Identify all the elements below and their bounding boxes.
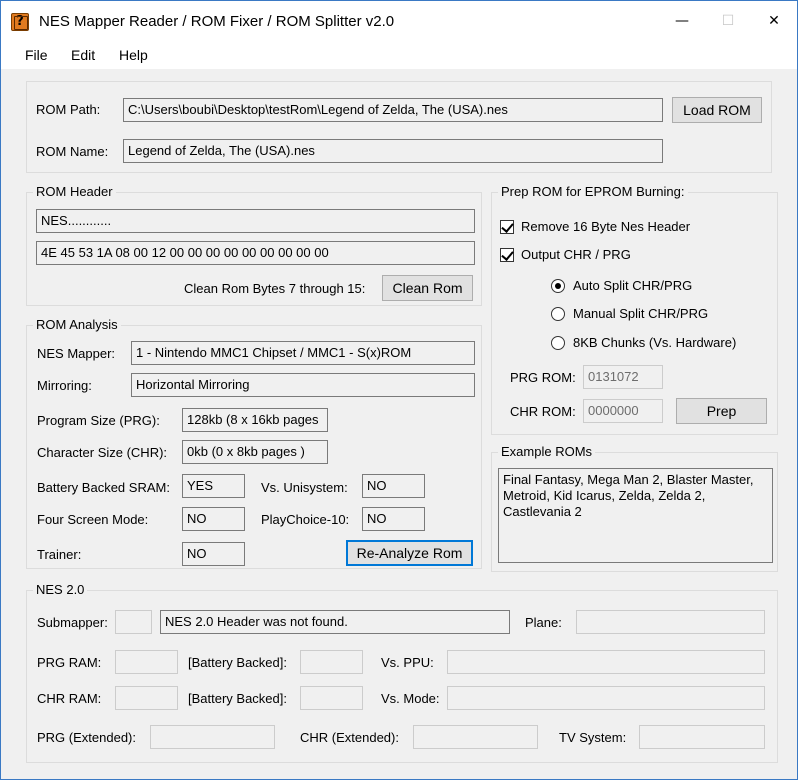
tv-system-field[interactable] <box>639 725 765 749</box>
vs-mode-label: Vs. Mode: <box>381 691 440 706</box>
chr-ram-field[interactable] <box>115 686 178 710</box>
nes20-status-field[interactable]: NES 2.0 Header was not found. <box>160 610 510 634</box>
menu-file[interactable]: File <box>25 47 48 63</box>
rom-file-group: ROM Path: C:\Users\boubi\Desktop\testRom… <box>26 81 772 173</box>
output-chr-prg-checkbox[interactable] <box>500 248 514 262</box>
chunks-label[interactable]: 8KB Chunks (Vs. Hardware) <box>573 335 736 350</box>
header-bytes-field[interactable]: 4E 45 53 1A 08 00 12 00 00 00 00 00 00 0… <box>36 241 475 265</box>
chr-size-field[interactable]: 0kb (0 x 8kb pages ) <box>182 440 328 464</box>
rom-name-field[interactable]: Legend of Zelda, The (USA).nes <box>123 139 663 163</box>
playchoice-field[interactable]: NO <box>362 507 425 531</box>
prg-battery-label: [Battery Backed]: <box>188 655 287 670</box>
submapper-label: Submapper: <box>37 615 108 630</box>
plane-label: Plane: <box>525 615 562 630</box>
app-window: ? NES Mapper Reader / ROM Fixer / ROM Sp… <box>0 0 798 780</box>
prg-size-field[interactable]: 128kb (8 x 16kb pages <box>182 408 328 432</box>
chr-extended-label: CHR (Extended): <box>300 730 399 745</box>
rom-name-label: ROM Name: <box>36 144 109 159</box>
prg-ram-field[interactable] <box>115 650 178 674</box>
title-bar[interactable]: ? NES Mapper Reader / ROM Fixer / ROM Sp… <box>1 1 797 41</box>
close-button[interactable]: ✕ <box>751 1 797 41</box>
battery-field[interactable]: YES <box>182 474 245 498</box>
unisystem-label: Vs. Unisystem: <box>261 480 348 495</box>
vs-ppu-field[interactable] <box>447 650 765 674</box>
remove-header-label[interactable]: Remove 16 Byte Nes Header <box>521 219 690 234</box>
window-title: NES Mapper Reader / ROM Fixer / ROM Spli… <box>39 13 395 30</box>
chr-battery-label: [Battery Backed]: <box>188 691 287 706</box>
submapper-field[interactable] <box>115 610 152 634</box>
header-text-field[interactable]: NES............ <box>36 209 475 233</box>
four-screen-field[interactable]: NO <box>182 507 245 531</box>
vs-mode-field[interactable] <box>447 686 765 710</box>
mapper-label: NES Mapper: <box>37 346 116 361</box>
trainer-field[interactable]: NO <box>182 542 245 566</box>
chr-rom-label: CHR ROM: <box>510 404 576 419</box>
plane-field[interactable] <box>576 610 765 634</box>
clean-rom-button[interactable]: Clean Rom <box>382 275 473 301</box>
load-rom-button[interactable]: Load ROM <box>672 97 762 123</box>
chr-battery-field[interactable] <box>300 686 363 710</box>
prep-button[interactable]: Prep <box>676 398 767 424</box>
trainer-label: Trainer: <box>37 547 82 562</box>
manual-split-radio[interactable] <box>551 307 565 321</box>
chr-extended-field[interactable] <box>413 725 538 749</box>
minimize-button[interactable]: — <box>659 1 705 41</box>
chr-rom-field[interactable]: 0000000 <box>583 399 663 423</box>
remove-header-checkbox[interactable] <box>500 220 514 234</box>
prg-size-label: Program Size (PRG): <box>37 413 160 428</box>
rom-analysis-title: ROM Analysis <box>33 317 121 332</box>
mirroring-label: Mirroring: <box>37 378 92 393</box>
mirroring-field[interactable]: Horizontal Mirroring <box>131 373 475 397</box>
prg-rom-label: PRG ROM: <box>510 370 576 385</box>
menu-bar: File Edit Help <box>1 41 797 69</box>
output-chr-prg-label[interactable]: Output CHR / PRG <box>521 247 631 262</box>
example-roms-text[interactable]: Final Fantasy, Mega Man 2, Blaster Maste… <box>498 468 773 563</box>
prg-rom-field[interactable]: 0131072 <box>583 365 663 389</box>
chunks-radio[interactable] <box>551 336 565 350</box>
prep-rom-title: Prep ROM for EPROM Burning: <box>498 184 688 199</box>
rom-path-field[interactable]: C:\Users\boubi\Desktop\testRom\Legend of… <box>123 98 663 122</box>
reanalyze-rom-button[interactable]: Re-Analyze Rom <box>346 540 473 566</box>
chr-ram-label: CHR RAM: <box>37 691 102 706</box>
prg-extended-label: PRG (Extended): <box>37 730 136 745</box>
vs-ppu-label: Vs. PPU: <box>381 655 434 670</box>
question-block-icon: ? <box>11 13 29 31</box>
auto-split-radio[interactable] <box>551 279 565 293</box>
tv-system-label: TV System: <box>559 730 627 745</box>
auto-split-label[interactable]: Auto Split CHR/PRG <box>573 278 692 293</box>
prg-battery-field[interactable] <box>300 650 363 674</box>
rom-header-group: ROM Header NES............ 4E 45 53 1A 0… <box>26 184 482 306</box>
rom-path-label: ROM Path: <box>36 102 101 117</box>
rom-analysis-group: ROM Analysis NES Mapper: 1 - Nintendo MM… <box>26 317 482 569</box>
mapper-field[interactable]: 1 - Nintendo MMC1 Chipset / MMC1 - S(x)R… <box>131 341 475 365</box>
unisystem-field[interactable]: NO <box>362 474 425 498</box>
prg-extended-field[interactable] <box>150 725 275 749</box>
nes20-title: NES 2.0 <box>33 582 88 597</box>
manual-split-label[interactable]: Manual Split CHR/PRG <box>573 306 708 321</box>
rom-header-title: ROM Header <box>33 184 116 199</box>
prep-rom-group: Prep ROM for EPROM Burning: Remove 16 By… <box>491 184 778 435</box>
clean-rom-label: Clean Rom Bytes 7 through 15: <box>184 281 366 296</box>
battery-label: Battery Backed SRAM: <box>37 480 170 495</box>
nes20-group: NES 2.0 Submapper: NES 2.0 Header was no… <box>26 582 778 763</box>
prg-ram-label: PRG RAM: <box>37 655 102 670</box>
example-roms-title: Example ROMs <box>498 444 596 459</box>
menu-help[interactable]: Help <box>119 47 148 63</box>
four-screen-label: Four Screen Mode: <box>37 512 149 527</box>
example-roms-group: Example ROMs Final Fantasy, Mega Man 2, … <box>491 444 778 572</box>
chr-size-label: Character Size (CHR): <box>37 445 168 460</box>
playchoice-label: PlayChoice-10: <box>261 512 350 527</box>
maximize-button[interactable]: ☐ <box>705 1 751 41</box>
menu-edit[interactable]: Edit <box>71 47 95 63</box>
